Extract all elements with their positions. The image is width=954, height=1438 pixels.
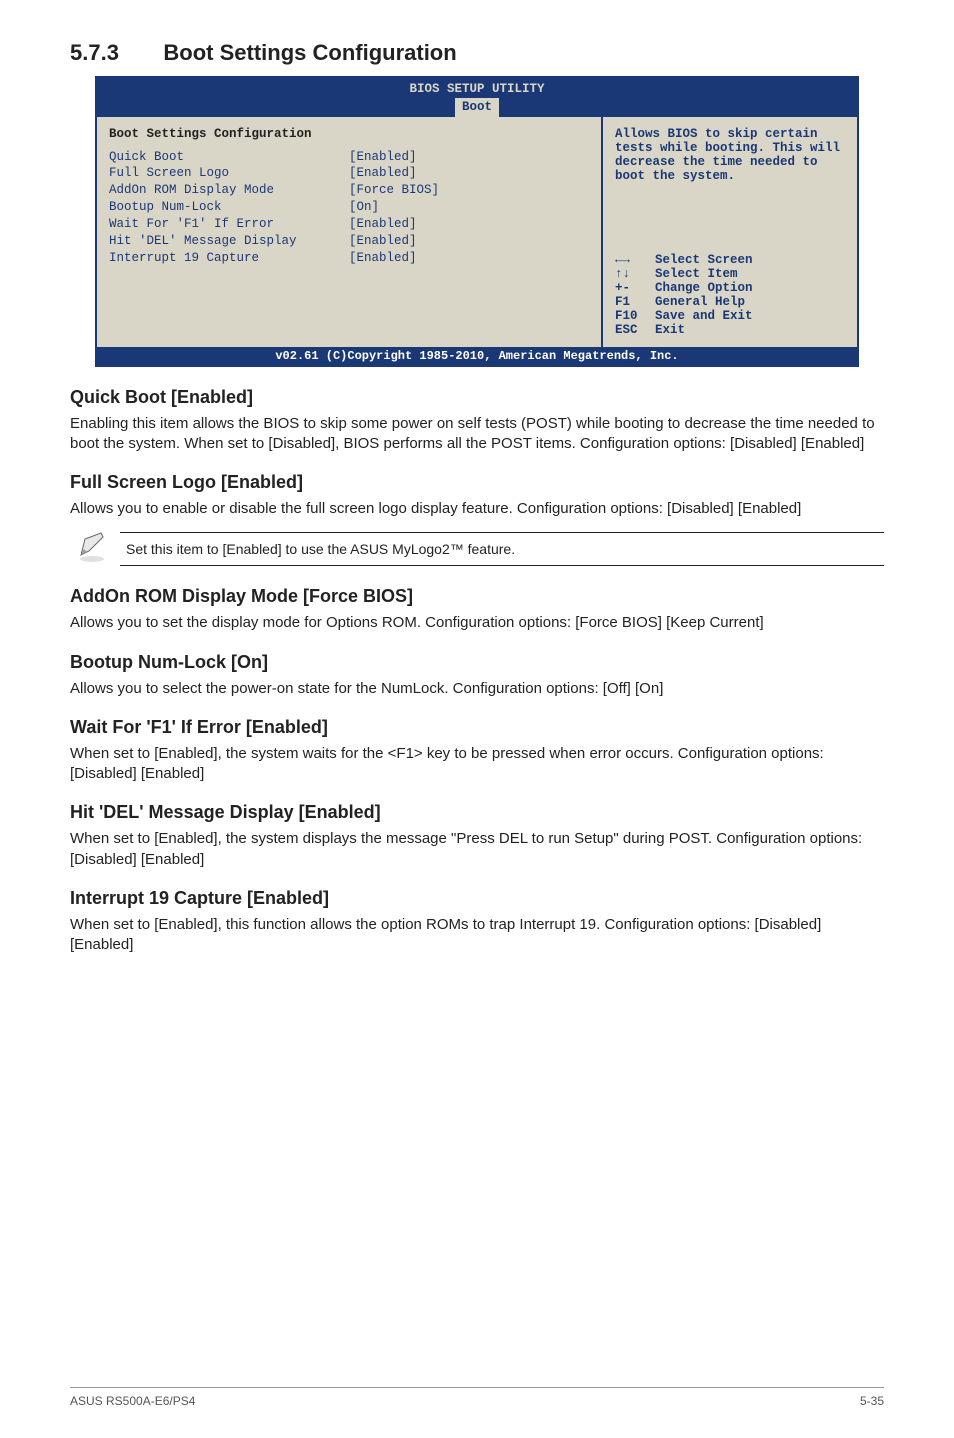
note-text: Set this item to [Enabled] to use the AS… xyxy=(120,532,884,566)
heading-hit-del: Hit 'DEL' Message Display [Enabled] xyxy=(70,802,884,823)
heading-full-screen-logo: Full Screen Logo [Enabled] xyxy=(70,472,884,493)
bios-tab-boot: Boot xyxy=(455,98,499,116)
body-hit-del: When set to [Enabled], the system displa… xyxy=(70,829,884,870)
bios-main-panel: Boot Settings Configuration Quick Boot[E… xyxy=(97,117,603,347)
heading-quick-boot: Quick Boot [Enabled] xyxy=(70,387,884,408)
section-heading: 5.7.3 Boot Settings Configuration xyxy=(70,40,884,66)
page-footer: ASUS RS500A-E6/PS4 5-35 xyxy=(70,1387,884,1408)
bios-panel-title: Boot Settings Configuration xyxy=(109,127,589,141)
bios-row: Bootup Num-Lock[On] xyxy=(109,199,589,216)
bios-row: AddOn ROM Display Mode[Force BIOS] xyxy=(109,182,589,199)
bios-key-legend: ←→Select Screen ↑↓Select Item +-Change O… xyxy=(615,253,845,337)
body-wait-f1: When set to [Enabled], the system waits … xyxy=(70,744,884,785)
heading-numlock: Bootup Num-Lock [On] xyxy=(70,652,884,673)
note-box: Set this item to [Enabled] to use the AS… xyxy=(70,529,884,568)
body-numlock: Allows you to select the power-on state … xyxy=(70,679,884,699)
footer-right: 5-35 xyxy=(860,1394,884,1408)
pencil-icon xyxy=(70,529,120,568)
body-quick-boot: Enabling this item allows the BIOS to sk… xyxy=(70,414,884,455)
bios-header-title: BIOS SETUP UTILITY xyxy=(97,81,857,97)
bios-row: Wait For 'F1' If Error[Enabled] xyxy=(109,216,589,233)
heading-int19: Interrupt 19 Capture [Enabled] xyxy=(70,888,884,909)
bios-help-text: Allows BIOS to skip certain tests while … xyxy=(615,127,845,183)
bios-row: Quick Boot[Enabled] xyxy=(109,149,589,166)
bios-side-panel: Allows BIOS to skip certain tests while … xyxy=(603,117,857,347)
heading-addon-rom: AddOn ROM Display Mode [Force BIOS] xyxy=(70,586,884,607)
bios-row: Full Screen Logo[Enabled] xyxy=(109,165,589,182)
body-full-screen-logo: Allows you to enable or disable the full… xyxy=(70,499,884,519)
bios-footer: v02.61 (C)Copyright 1985-2010, American … xyxy=(97,347,857,365)
bios-row: Interrupt 19 Capture[Enabled] xyxy=(109,250,589,267)
heading-wait-f1: Wait For 'F1' If Error [Enabled] xyxy=(70,717,884,738)
footer-left: ASUS RS500A-E6/PS4 xyxy=(70,1394,195,1408)
section-title: Boot Settings Configuration xyxy=(163,40,456,66)
body-int19: When set to [Enabled], this function all… xyxy=(70,915,884,956)
section-number: 5.7.3 xyxy=(70,40,119,66)
body-addon-rom: Allows you to set the display mode for O… xyxy=(70,613,884,633)
bios-header: BIOS SETUP UTILITY Boot xyxy=(97,78,857,117)
bios-row: Hit 'DEL' Message Display[Enabled] xyxy=(109,233,589,250)
bios-screenshot: BIOS SETUP UTILITY Boot Boot Settings Co… xyxy=(95,76,859,367)
